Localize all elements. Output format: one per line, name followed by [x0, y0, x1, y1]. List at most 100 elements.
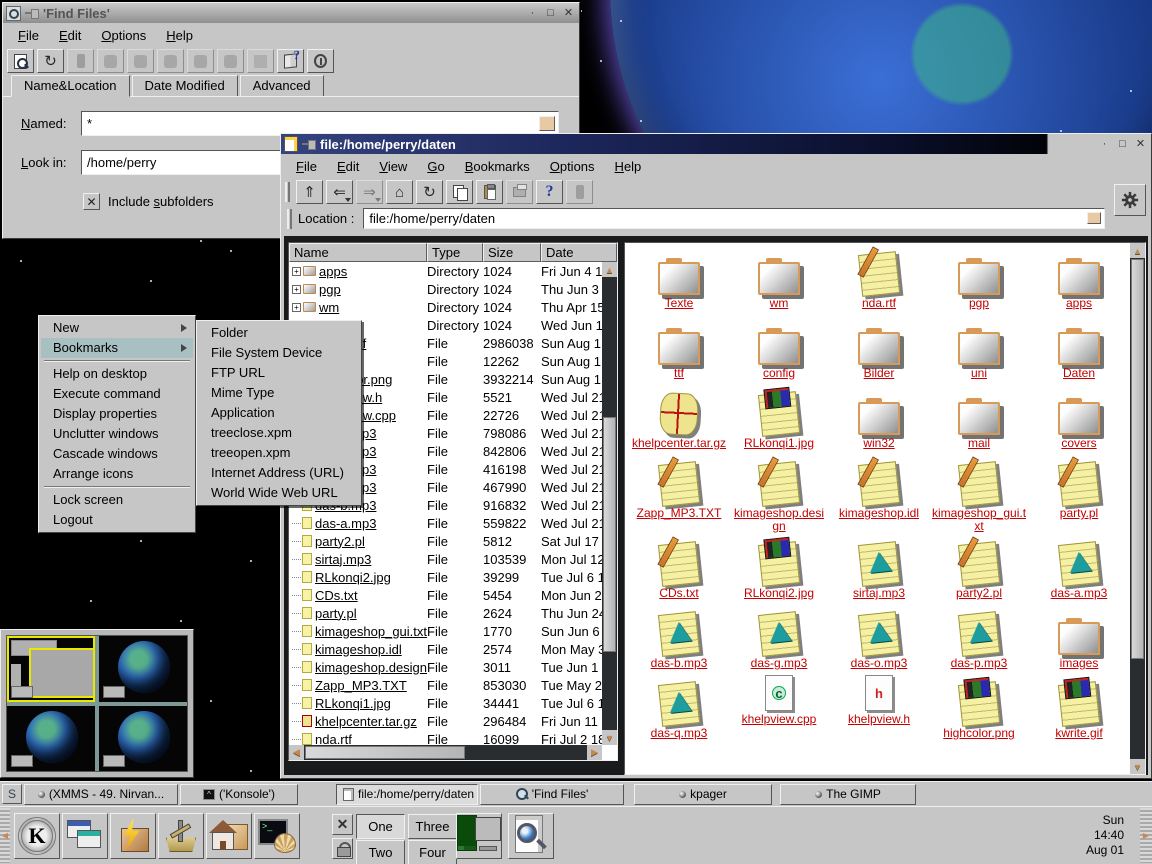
menu-file[interactable]: File: [287, 157, 326, 176]
file-icon-item[interactable]: wm: [729, 247, 829, 313]
window-list-launcher[interactable]: [62, 813, 108, 859]
sticky-pin-icon[interactable]: [25, 9, 39, 17]
kde-gear-button[interactable]: [1114, 184, 1146, 216]
submenu-item-world-wide-web-url[interactable]: World Wide Web URL: [199, 483, 359, 503]
column-header-date[interactable]: Date: [541, 243, 617, 262]
file-icon-item[interactable]: CDs.txt: [629, 537, 729, 603]
file-icon-item[interactable]: das-g.mp3: [729, 607, 829, 673]
file-icon-label[interactable]: party2.pl: [956, 587, 1002, 600]
table-row[interactable]: party2.plFile5812Sat Jul 17 20:: [289, 532, 602, 550]
task-button[interactable]: (XMMS - 49. Nirvan...: [24, 784, 178, 805]
file-icon-label[interactable]: kimageshop_gui.txt: [931, 507, 1027, 533]
menu-item-bookmarks[interactable]: Bookmarks: [41, 338, 193, 358]
table-row[interactable]: RLkonqi2.jpgFile39299Tue Jul 6 15:: [289, 568, 602, 586]
file-name-link[interactable]: kimageshop.design: [315, 660, 427, 675]
menu-item-execute-command[interactable]: Execute command: [41, 384, 193, 404]
menu-item-new[interactable]: New: [41, 318, 193, 338]
table-row[interactable]: das-a.mp3File559822Wed Jul 21 21: [289, 514, 602, 532]
toolbar-handle[interactable]: [287, 209, 292, 229]
scrollbar-thumb[interactable]: [305, 746, 465, 759]
file-icon-item[interactable]: RLkonqi2.jpg: [729, 537, 829, 603]
file-icon-item[interactable]: RLkonqi1.jpg: [729, 387, 829, 453]
tree-expander-icon[interactable]: +: [292, 267, 301, 276]
file-icon-item[interactable]: das-a.mp3: [1029, 537, 1129, 603]
menu-bookmarks[interactable]: Bookmarks: [456, 157, 539, 176]
menu-item-cascade-windows[interactable]: Cascade windows: [41, 444, 193, 464]
desktop-button-four[interactable]: Four: [408, 840, 457, 864]
tab-name-location[interactable]: Name&Location: [11, 75, 130, 97]
submenu-item-application[interactable]: Application: [199, 403, 359, 423]
submenu-item-internet-address-url-[interactable]: Internet Address (URL): [199, 463, 359, 483]
file-name-link[interactable]: wm: [319, 300, 339, 315]
column-header-type[interactable]: Type: [427, 243, 483, 262]
pager-desktop-2[interactable]: [99, 636, 187, 702]
file-icon-label[interactable]: Daten: [1063, 367, 1095, 380]
start-button[interactable]: S: [2, 784, 22, 804]
menu-options[interactable]: Options: [92, 26, 155, 45]
tab-date-modified[interactable]: Date Modified: [132, 75, 238, 96]
scrollbar-thumb[interactable]: [603, 417, 616, 652]
toolbox-launcher[interactable]: [158, 813, 204, 859]
file-manager-titlebar[interactable]: file:/home/perry/daten · □ ✕: [281, 134, 1151, 154]
file-icon-item[interactable]: uni: [929, 317, 1029, 383]
menu-item-unclutter-windows[interactable]: Unclutter windows: [41, 424, 193, 444]
file-icon-label[interactable]: das-q.mp3: [651, 727, 708, 740]
file-icon-item[interactable]: apps: [1029, 247, 1129, 313]
submenu-item-treeopen-xpm[interactable]: treeopen.xpm: [199, 443, 359, 463]
table-row[interactable]: kimageshop.designFile3011Tue Jun 1 15: [289, 658, 602, 676]
file-icon-label[interactable]: party.pl: [1060, 507, 1098, 520]
file-icon-label[interactable]: das-a.mp3: [1051, 587, 1108, 600]
file-name-link[interactable]: party.pl: [315, 606, 357, 621]
file-icon-item[interactable]: das-p.mp3: [929, 607, 1029, 673]
submenu-item-mime-type[interactable]: Mime Type: [199, 383, 359, 403]
close-icon[interactable]: ✕: [561, 6, 576, 21]
file-name-link[interactable]: pgp: [319, 282, 341, 297]
reload-button[interactable]: ↻: [416, 180, 443, 204]
file-icon-item[interactable]: ckhelpview.cpp: [729, 677, 829, 743]
file-icon-label[interactable]: kimageshop.design: [731, 507, 827, 533]
menu-help[interactable]: Help: [606, 157, 651, 176]
file-icon-label[interactable]: win32: [863, 437, 894, 450]
file-icon-item[interactable]: kimageshop.design: [729, 457, 829, 533]
menu-item-lock-screen[interactable]: Lock screen: [41, 490, 193, 510]
scroll-down-icon[interactable]: ▼: [602, 730, 617, 745]
desktop-button-three[interactable]: Three: [408, 814, 457, 839]
energy-book-launcher[interactable]: [110, 813, 156, 859]
file-icon-item[interactable]: Zapp_MP3.TXT: [629, 457, 729, 533]
file-name-link[interactable]: Zapp_MP3.TXT: [315, 678, 407, 693]
file-icon-label[interactable]: das-p.mp3: [951, 657, 1008, 670]
file-icon-item[interactable]: kwrite.gif: [1029, 677, 1129, 743]
k-menu-launcher[interactable]: K: [14, 813, 60, 859]
file-icon-item[interactable]: win32: [829, 387, 929, 453]
file-icon-label[interactable]: Zapp_MP3.TXT: [637, 507, 722, 520]
task-button[interactable]: file:/home/perry/daten: [336, 784, 478, 805]
icon-vertical-scrollbar[interactable]: ▲ ▼: [1130, 243, 1145, 774]
table-row[interactable]: +appsDirectory1024Fri Jun 4 17:2: [289, 262, 602, 280]
reload-button[interactable]: ↻: [37, 49, 64, 73]
file-icon-item[interactable]: das-b.mp3: [629, 607, 729, 673]
table-row[interactable]: kimageshop.idlFile2574Mon May 31 1: [289, 640, 602, 658]
arrow-up-button[interactable]: ⇑: [296, 180, 323, 204]
file-name-link[interactable]: kimageshop_gui.txt: [315, 624, 427, 639]
file-icon-item[interactable]: Texte: [629, 247, 729, 313]
file-icon-label[interactable]: ttf: [674, 367, 684, 380]
task-button[interactable]: kpager: [634, 784, 772, 805]
file-icon-item[interactable]: khelpcenter.tar.gz: [629, 387, 729, 453]
menu-edit[interactable]: Edit: [50, 26, 90, 45]
file-icon-item[interactable]: party.pl: [1029, 457, 1129, 533]
file-icon-item[interactable]: kimageshop_gui.txt: [929, 457, 1029, 533]
system-monitor-launcher[interactable]: [456, 813, 502, 859]
file-icon-item[interactable]: nda.rtf: [829, 247, 929, 313]
file-icon-item[interactable]: config: [729, 317, 829, 383]
file-icon-label[interactable]: Bilder: [864, 367, 895, 380]
file-icon-item[interactable]: pgp: [929, 247, 1029, 313]
submenu-item-file-system-device[interactable]: File System Device: [199, 343, 359, 363]
file-icon-label[interactable]: RLkonqi1.jpg: [744, 437, 814, 450]
unclutter-tool-button[interactable]: ✕: [332, 814, 353, 835]
file-name-link[interactable]: RLkonqi2.jpg: [315, 570, 391, 585]
find-doc-button[interactable]: [7, 49, 34, 73]
tree-vertical-scrollbar[interactable]: ▲ ▼: [602, 262, 617, 745]
table-row[interactable]: kimageshop_gui.txtFile1770Sun Jun 6 14: [289, 622, 602, 640]
file-name-link[interactable]: CDs.txt: [315, 588, 358, 603]
file-icon-item[interactable]: Daten: [1029, 317, 1129, 383]
